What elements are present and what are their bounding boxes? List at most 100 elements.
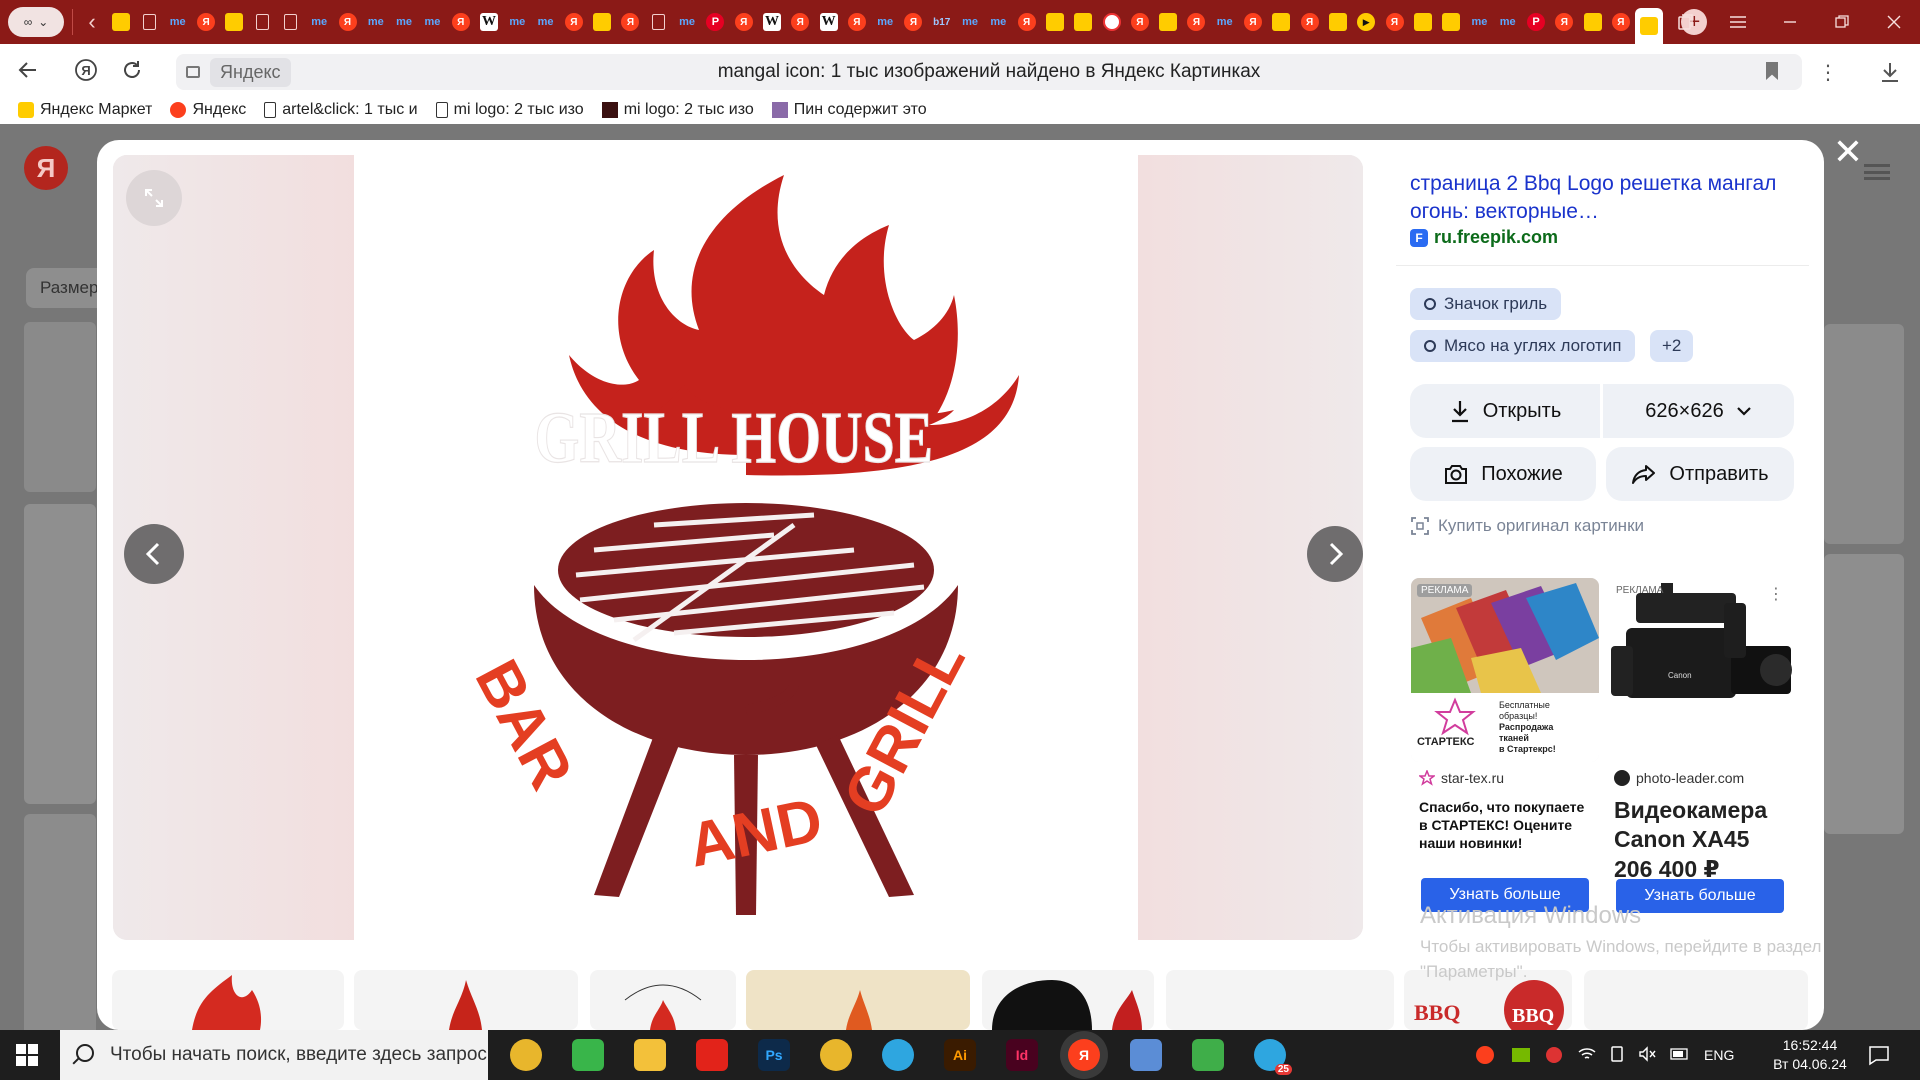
result-thumbnail[interactable]: [24, 504, 96, 804]
related-thumbnail[interactable]: [982, 970, 1154, 1030]
open-image-button[interactable]: Открыть: [1410, 384, 1600, 438]
browser-tab[interactable]: me: [418, 7, 446, 37]
related-thumbnail[interactable]: [1166, 970, 1394, 1030]
browser-tab[interactable]: Я: [1126, 7, 1154, 37]
file-explorer-icon[interactable]: [634, 1039, 666, 1071]
ad-card-startex[interactable]: РЕКЛАМА СТАРТЕКС Бесплатные образцы! Рас…: [1411, 578, 1599, 918]
browser-tab[interactable]: [1069, 7, 1097, 37]
browser-tab[interactable]: Я: [1182, 7, 1210, 37]
browser-tab[interactable]: [277, 7, 305, 37]
previous-image-button[interactable]: [124, 524, 184, 584]
share-button[interactable]: Отправить: [1606, 447, 1794, 501]
url-field[interactable]: Яндекс mangal icon: 1 тыс изображений на…: [176, 54, 1802, 90]
browser-tab[interactable]: [1578, 7, 1606, 37]
browser-tab[interactable]: me: [1465, 7, 1493, 37]
tool-icon[interactable]: [1192, 1039, 1224, 1071]
browser-tab[interactable]: Я: [1239, 7, 1267, 37]
browser-tab[interactable]: Я: [899, 7, 927, 37]
menu-icon[interactable]: [1712, 0, 1764, 44]
ad-more-icon[interactable]: ⋮: [1768, 584, 1784, 604]
yandex-logo[interactable]: Я: [24, 146, 68, 190]
browser-tab[interactable]: Я: [1380, 7, 1408, 37]
bookmark-item[interactable]: Пин содержит это: [771, 101, 927, 119]
browser-tab[interactable]: [107, 7, 135, 37]
browser-tab[interactable]: [1409, 7, 1437, 37]
language-indicator[interactable]: ENG: [1704, 1047, 1734, 1063]
back-icon[interactable]: [8, 50, 48, 90]
browser-tab[interactable]: me: [305, 7, 333, 37]
result-thumbnail[interactable]: [24, 322, 96, 492]
browser-tab[interactable]: me: [1494, 7, 1522, 37]
browser-tab[interactable]: Я: [192, 7, 220, 37]
yandex-tray-icon[interactable]: [1476, 1046, 1494, 1064]
browser-tab[interactable]: W: [758, 7, 786, 37]
profile-button[interactable]: ∞ ⌄: [8, 7, 64, 37]
related-thumbnail[interactable]: [112, 970, 344, 1030]
browser-tab[interactable]: Я: [447, 7, 475, 37]
battery-icon[interactable]: [1670, 1047, 1690, 1063]
huawei-icon[interactable]: [696, 1039, 728, 1071]
related-thumbnail[interactable]: [746, 970, 970, 1030]
browser-tab[interactable]: [1041, 7, 1069, 37]
site-chip[interactable]: Яндекс: [210, 57, 291, 87]
close-window-icon[interactable]: [1868, 0, 1920, 44]
browser-tab[interactable]: me: [871, 7, 899, 37]
yandex-home-icon[interactable]: Я: [66, 50, 106, 90]
buy-original-link[interactable]: Купить оригинал картинки: [1410, 516, 1644, 536]
nvidia-icon[interactable]: [1512, 1048, 1530, 1062]
bookmark-item[interactable]: mi logo: 2 тыс изо: [435, 101, 584, 119]
browser-tab[interactable]: [1324, 7, 1352, 37]
ad-card-canon[interactable]: Canon РЕКЛАМА ⋮ photo-leader.com Видеока…: [1606, 578, 1794, 918]
result-thumbnail[interactable]: [1824, 554, 1904, 834]
tag-meat-logo[interactable]: Мясо на углях логотип: [1410, 330, 1636, 362]
result-thumbnail[interactable]: [1824, 324, 1904, 544]
browser-tab[interactable]: [1267, 7, 1295, 37]
bookmark-item[interactable]: Яндекс: [170, 101, 246, 119]
ad-learn-more-button[interactable]: Узнать больше: [1616, 879, 1784, 913]
chrome-icon[interactable]: [820, 1039, 852, 1071]
chrome-icon[interactable]: [510, 1039, 542, 1071]
bookmark-icon[interactable]: [1766, 62, 1778, 80]
browser-tab[interactable]: [1097, 7, 1125, 37]
phone-link-icon[interactable]: [572, 1039, 604, 1071]
result-thumbnail[interactable]: [24, 814, 96, 1064]
more-options-icon[interactable]: ⋮: [1808, 52, 1848, 92]
bookmark-item[interactable]: Яндекс Маркет: [18, 101, 152, 119]
illustrator-icon[interactable]: Ai: [944, 1039, 976, 1071]
source-host-link[interactable]: F ru.freepik.com: [1410, 227, 1558, 248]
browser-tab[interactable]: me: [956, 7, 984, 37]
related-thumbnail[interactable]: [354, 970, 578, 1030]
browser-tab[interactable]: Я: [843, 7, 871, 37]
browser-tab[interactable]: me: [1211, 7, 1239, 37]
browser-tab[interactable]: W: [475, 7, 503, 37]
downloads-icon[interactable]: [1870, 52, 1910, 92]
yandex-browser-icon[interactable]: Я: [1068, 1039, 1100, 1071]
browser-tab[interactable]: Я: [1013, 7, 1041, 37]
browser-tab[interactable]: Я: [1295, 7, 1323, 37]
browser-tab[interactable]: P: [1522, 7, 1550, 37]
browser-tab[interactable]: me: [362, 7, 390, 37]
reload-icon[interactable]: [112, 50, 152, 90]
related-thumbnail[interactable]: [590, 970, 736, 1030]
bookmark-item[interactable]: artel&click: 1 тыс и: [264, 101, 418, 119]
tablet-icon[interactable]: [1610, 1045, 1624, 1065]
browser-tab[interactable]: me: [164, 7, 192, 37]
minimize-icon[interactable]: [1764, 0, 1816, 44]
browser-tab[interactable]: [645, 7, 673, 37]
paint-icon[interactable]: [1130, 1039, 1162, 1071]
clock[interactable]: 16:52:44 Вт 04.06.24: [1770, 1036, 1850, 1074]
tag-grill-icon[interactable]: Значок гриль: [1410, 288, 1562, 320]
restore-icon[interactable]: [1816, 0, 1868, 44]
browser-tab[interactable]: me: [531, 7, 559, 37]
browser-tab[interactable]: [248, 7, 276, 37]
browser-tab[interactable]: Я: [560, 7, 588, 37]
browser-tab[interactable]: [220, 7, 248, 37]
browser-tab[interactable]: me: [984, 7, 1012, 37]
more-tags-button[interactable]: +2: [1650, 330, 1694, 362]
security-icon[interactable]: [1546, 1047, 1562, 1063]
taskbar-search[interactable]: Чтобы начать поиск, введите здесь запрос: [60, 1030, 488, 1080]
browser-tab[interactable]: Я: [333, 7, 361, 37]
browser-tab[interactable]: me: [390, 7, 418, 37]
indesign-icon[interactable]: Id: [1006, 1039, 1038, 1071]
lock-icon[interactable]: [186, 66, 200, 78]
